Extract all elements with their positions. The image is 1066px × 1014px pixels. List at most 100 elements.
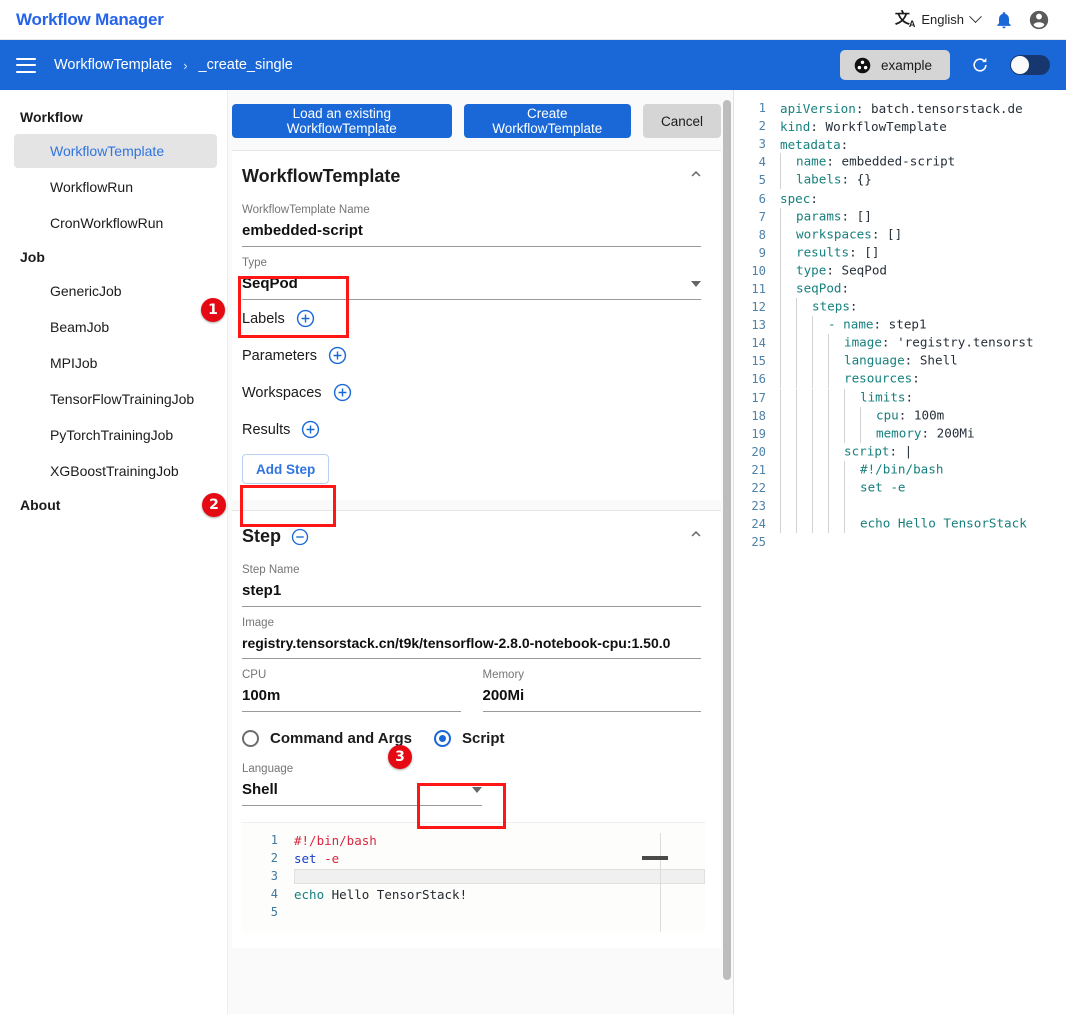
view-toggle-switch[interactable] bbox=[1010, 55, 1050, 75]
step-chevron-up-icon[interactable] bbox=[687, 525, 705, 548]
yaml-key: steps bbox=[812, 298, 850, 314]
radio-unselected-icon bbox=[242, 730, 259, 747]
cancel-button[interactable]: Cancel bbox=[642, 104, 721, 138]
language-dropdown-caret-icon[interactable] bbox=[472, 786, 482, 793]
add-workspace-icon[interactable] bbox=[333, 383, 352, 402]
yaml-line: 6 spec: bbox=[734, 189, 1066, 207]
yaml-colon: : bbox=[873, 316, 882, 332]
form-toolbar: Load an existing WorkflowTemplate Create… bbox=[228, 90, 733, 150]
sidebar-item-tensorflowtrainingjob[interactable]: TensorFlowTrainingJob bbox=[14, 382, 217, 416]
yaml-indent-guide bbox=[844, 479, 860, 498]
yaml-line-code: labels: {} bbox=[780, 171, 872, 190]
yaml-indent-guide bbox=[828, 460, 844, 479]
yaml-block-text: echo Hello TensorStack bbox=[860, 515, 1027, 531]
yaml-line-code: cpu: 100m bbox=[780, 406, 944, 425]
yaml-line-code: type: SeqPod bbox=[780, 261, 887, 280]
sidebar-item-pytorchtrainingjob[interactable]: PyTorchTrainingJob bbox=[14, 418, 217, 452]
yaml-key: labels bbox=[796, 171, 842, 187]
template-name-field[interactable]: WorkflowTemplate Name embedded-script bbox=[242, 194, 701, 247]
yaml-line: 15 language: Shell bbox=[734, 352, 1066, 371]
sidebar-item-beamjob[interactable]: BeamJob bbox=[14, 310, 217, 344]
yaml-colon: : bbox=[840, 136, 849, 152]
yaml-line-code: results: [] bbox=[780, 243, 879, 262]
add-label-icon[interactable] bbox=[296, 309, 315, 328]
yaml-line-code: memory: 200Mi bbox=[780, 424, 975, 443]
language-field[interactable]: Language Shell bbox=[242, 753, 482, 806]
parameters-row: Parameters bbox=[242, 337, 705, 374]
step-card-title: Step bbox=[242, 526, 282, 546]
dropdown-caret-icon[interactable] bbox=[691, 280, 701, 287]
breadcrumb-item-1[interactable]: _create_single bbox=[199, 57, 293, 73]
editor-h-scrollbar[interactable] bbox=[642, 856, 668, 860]
yaml-indent-guide bbox=[796, 352, 812, 371]
hamburger-menu-icon[interactable] bbox=[16, 57, 36, 73]
type-field[interactable]: Type SeqPod bbox=[242, 247, 701, 300]
labels-label: Labels bbox=[242, 310, 285, 327]
workflowtemplate-card: WorkflowTemplate WorkflowTemplate Name e… bbox=[232, 150, 721, 500]
create-template-button[interactable]: Create WorkflowTemplate bbox=[463, 104, 631, 138]
yaml-value: WorkflowTemplate bbox=[817, 118, 947, 134]
yaml-line-number: 11 bbox=[751, 281, 766, 296]
script-line: 4 echo Hello TensorStack! bbox=[242, 885, 705, 903]
yaml-line-number: 14 bbox=[751, 336, 766, 351]
remove-circle-icon[interactable] bbox=[291, 528, 309, 546]
yaml-colon: : bbox=[841, 208, 850, 224]
yaml-indent-guide bbox=[844, 515, 860, 534]
notification-bell-icon[interactable] bbox=[994, 10, 1014, 30]
add-step-button[interactable]: Add Step bbox=[242, 454, 330, 484]
radio-selected-icon bbox=[433, 730, 451, 747]
yaml-line-code: spec: bbox=[780, 191, 818, 206]
sidebar-item-genericjob[interactable]: GenericJob bbox=[14, 274, 217, 308]
yaml-indent-guide bbox=[780, 406, 796, 425]
sidebar-item-workflowtemplate[interactable]: WorkflowTemplate bbox=[14, 134, 217, 168]
script-code-editor[interactable]: 1 #!/bin/bash 2 set -e 3 4 echo Hello Te… bbox=[242, 822, 705, 932]
yaml-indent-guide bbox=[828, 515, 844, 534]
yaml-colon: : bbox=[912, 370, 920, 386]
yaml-indent-guide bbox=[828, 442, 844, 461]
step-name-field[interactable]: Step Name step1 bbox=[242, 554, 701, 607]
load-existing-template-button[interactable]: Load an existing WorkflowTemplate bbox=[232, 104, 452, 138]
yaml-line-number: 6 bbox=[758, 191, 766, 206]
yaml-indent-guide bbox=[812, 515, 828, 534]
radio-script[interactable]: Script bbox=[433, 730, 504, 747]
sidebar: Workflow WorkflowTemplate WorkflowRun Cr… bbox=[0, 90, 228, 1014]
yaml-line-code: steps: bbox=[780, 298, 858, 317]
yaml-indent-guide bbox=[844, 424, 860, 443]
add-result-icon[interactable] bbox=[301, 420, 320, 439]
yaml-line-number: 15 bbox=[751, 354, 766, 369]
sidebar-item-xgboosttrainingjob[interactable]: XGBoostTrainingJob bbox=[14, 454, 217, 488]
yaml-key: spec bbox=[780, 191, 811, 207]
chevron-up-icon[interactable] bbox=[687, 165, 705, 188]
cpu-field[interactable]: CPU 100m bbox=[242, 659, 461, 712]
sidebar-item-cronworkflowrun[interactable]: CronWorkflowRun bbox=[14, 206, 217, 240]
line-number: 4 bbox=[270, 887, 278, 901]
memory-field[interactable]: Memory 200Mi bbox=[482, 659, 701, 712]
yaml-line: 3 metadata: bbox=[734, 135, 1066, 153]
form-scrollbar[interactable] bbox=[723, 100, 731, 980]
account-circle-icon[interactable] bbox=[1028, 9, 1050, 31]
sidebar-item-mpijob[interactable]: MPIJob bbox=[14, 346, 217, 380]
sidebar-item-workflowrun[interactable]: WorkflowRun bbox=[14, 170, 217, 204]
yaml-preview-panel[interactable]: 1 apiVersion: batch.tensorstack.de 2 kind: … bbox=[733, 90, 1066, 1014]
line-number: 5 bbox=[270, 905, 278, 919]
image-field[interactable]: Image registry.tensorstack.cn/t9k/tensor… bbox=[242, 607, 701, 659]
yaml-line: 7 params: [] bbox=[734, 207, 1066, 226]
yaml-indent-guide bbox=[780, 225, 796, 244]
breadcrumb-item-0[interactable]: WorkflowTemplate bbox=[54, 57, 172, 73]
yaml-indent-guide bbox=[780, 479, 796, 498]
yaml-indent-guide bbox=[780, 497, 796, 516]
add-parameter-icon[interactable] bbox=[328, 346, 347, 365]
language-label: English bbox=[921, 12, 964, 27]
yaml-line-number: 5 bbox=[758, 173, 766, 188]
project-name-label: example bbox=[880, 57, 932, 73]
cpu-value: 100m bbox=[242, 684, 461, 712]
yaml-line: 13 - name: step1 bbox=[734, 316, 1066, 335]
refresh-icon[interactable] bbox=[970, 55, 990, 75]
language-selector[interactable]: 文A English bbox=[895, 10, 982, 29]
yaml-line-code: metadata: bbox=[780, 137, 848, 152]
radio-command-and-args[interactable]: Command and Args bbox=[242, 730, 412, 747]
yaml-line-code: - name: step1 bbox=[780, 316, 927, 335]
project-selector-button[interactable]: example bbox=[839, 50, 950, 80]
yaml-indent-guide bbox=[780, 515, 796, 534]
yaml-indent-guide bbox=[796, 388, 812, 407]
